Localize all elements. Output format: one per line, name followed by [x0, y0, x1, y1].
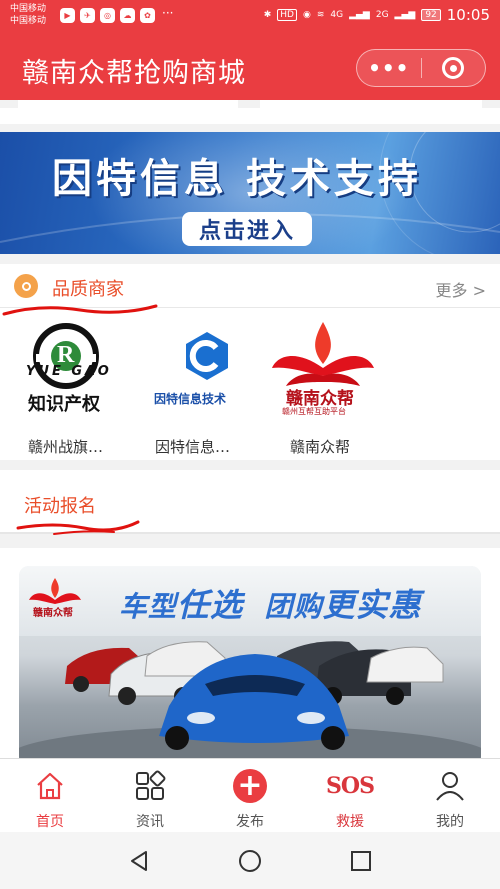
promo-headline-1: 车型	[119, 590, 178, 623]
tab-label: 救援	[336, 814, 364, 830]
merchant-card[interactable]: 因特信息技术	[152, 320, 262, 430]
back-icon[interactable]	[126, 848, 152, 874]
previous-section-strip	[0, 100, 500, 124]
cars-illustration	[19, 641, 481, 766]
merchant-card[interactable]: R YUE GAO 知识产权	[14, 320, 124, 430]
home-circle-icon[interactable]	[237, 848, 263, 874]
sos-text: SOS	[326, 773, 375, 799]
sos-icon: SOS	[326, 769, 375, 803]
home-icon	[34, 769, 66, 803]
carrier-2: 中国移动	[10, 16, 47, 26]
merchant-name[interactable]: 因特信息…	[155, 436, 230, 457]
network-label: 4G	[330, 10, 344, 20]
eye-icon: ◉	[302, 10, 311, 20]
notification-icons: ▶ ✈ ◎ ☁ ✿	[60, 8, 155, 23]
bottom-tab-bar: 首页 资讯 + 发布 SOS 救援 我的	[0, 758, 500, 832]
promo-headline: 车型任选 团购更实惠	[119, 580, 422, 626]
tab-news[interactable]: 资讯	[100, 759, 200, 832]
cloud-app-icon: ☁	[120, 8, 135, 23]
tab-profile[interactable]: 我的	[400, 759, 500, 832]
tab-rescue[interactable]: SOS 救援	[300, 759, 400, 832]
enter-button[interactable]: 点击进入	[182, 212, 312, 246]
status-bar: 中国移动 中国移动 ▶ ✈ ◎ ☁ ✿ ··· ✱ HD ◉ ≋ 4G ▂▄▆ …	[0, 0, 500, 38]
plane-app-icon: ✈	[80, 8, 95, 23]
plus-icon: +	[233, 769, 267, 803]
merchant-name[interactable]: 赣州战旗…	[28, 436, 103, 457]
bluetooth-icon: ✱	[263, 10, 272, 20]
tab-home[interactable]: 首页	[0, 759, 100, 832]
nav-bar: 赣南众帮抢购商城 •••	[0, 38, 500, 100]
carrier-labels: 中国移动 中国移动	[10, 3, 46, 27]
car-promo-image[interactable]: 赣南众帮 车型任选 团购更实惠	[19, 566, 481, 766]
mini-program-capsule: •••	[356, 49, 486, 87]
clock: 10:05	[446, 6, 490, 24]
network2-label: 2G	[375, 10, 389, 20]
tab-label: 发布	[236, 814, 264, 830]
status-indicators: ✱ HD ◉ ≋ 4G ▂▄▆ 2G ▂▄▆ 92 10:05	[264, 6, 490, 24]
recents-square-icon[interactable]	[348, 848, 374, 874]
user-icon	[434, 769, 466, 803]
video-app-icon: ▶	[60, 8, 75, 23]
page-title: 赣南众帮抢购商城	[22, 58, 246, 89]
banner-headline: 因特信息 技术支持	[52, 156, 422, 202]
system-navigation-bar	[0, 832, 500, 889]
merchant-card[interactable]: 赣南众帮 赣州互帮互助平台	[268, 320, 378, 430]
carrier-1: 中国移动	[10, 4, 47, 14]
logo-subcaption: 赣州互帮互助平台	[282, 407, 346, 416]
promo-headline-3: 团购	[264, 590, 323, 623]
ellipsis-icon[interactable]: •••	[357, 50, 421, 86]
grid-icon	[134, 769, 166, 803]
merchant-logo: 赣南众帮 赣州互帮互助平台	[268, 320, 378, 430]
flower-app-icon: ✿	[140, 8, 155, 23]
logo-caption: 因特信息技术	[154, 392, 227, 406]
promo-logo-caption: 赣南众帮	[33, 608, 73, 619]
hd-icon: HD	[277, 9, 297, 21]
tab-label: 资讯	[136, 814, 164, 830]
location-pin-icon	[14, 274, 38, 298]
logo-caption: 知识产权	[28, 394, 100, 415]
merchant-logo: R YUE GAO 知识产权	[14, 320, 124, 430]
merchant-name[interactable]: 赣南众帮	[290, 436, 350, 457]
wifi-icon: ≋	[316, 10, 325, 20]
tab-publish[interactable]: + 发布	[200, 759, 300, 832]
signal-icon: ▂▄▆	[349, 10, 370, 20]
target-icon	[442, 57, 465, 79]
activity-signup-section: 活动报名	[0, 470, 500, 535]
activities-title[interactable]: 活动报名	[24, 492, 96, 518]
close-button[interactable]	[422, 50, 486, 86]
promo-headline-2: 任选	[177, 586, 244, 624]
group-buy-promo: 赣南众帮 车型任选 团购更实惠	[0, 548, 500, 766]
merchants-more-link[interactable]: 更多 >	[436, 277, 487, 301]
promo-headline-4: 更实惠	[322, 586, 422, 624]
more-notifications-icon: ···	[162, 6, 174, 20]
logo-text: YUE GAO	[26, 364, 112, 379]
red-underline-annotation	[2, 304, 158, 316]
merchant-logo: 因特信息技术	[152, 320, 262, 430]
red-underline-annotation	[16, 520, 140, 535]
tab-label: 首页	[36, 814, 64, 830]
signal2-icon: ▂▄▆	[394, 10, 416, 20]
tab-label: 我的	[436, 814, 464, 830]
quality-merchants-section: 品质商家 更多 > R YUE GAO 知识产权 赣州战旗… 因特信息技术 因特…	[0, 264, 500, 460]
browser-app-icon: ◎	[100, 8, 115, 23]
promo-logo: 赣南众帮	[27, 576, 83, 620]
tech-support-banner[interactable]: 因特信息 技术支持 点击进入	[0, 132, 500, 254]
battery-icon: 92	[421, 9, 441, 21]
